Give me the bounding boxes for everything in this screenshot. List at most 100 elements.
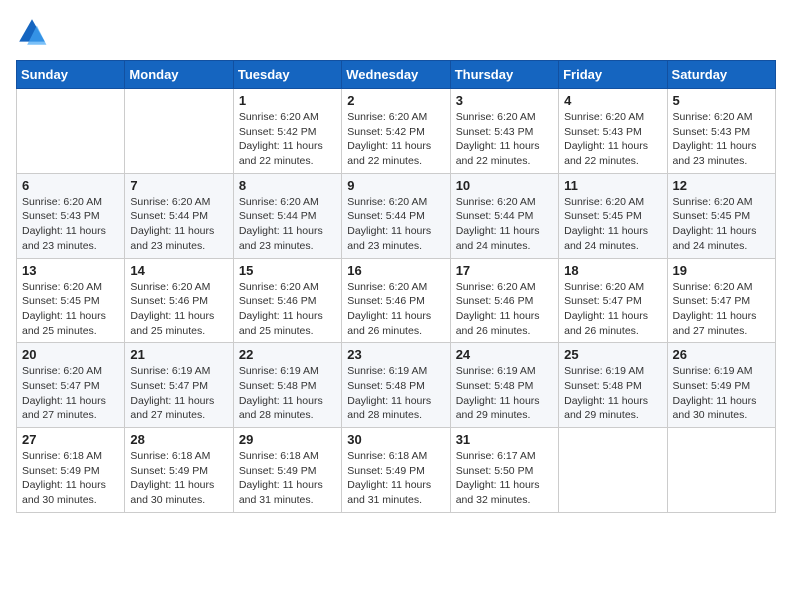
day-info: Sunrise: 6:19 AM Sunset: 5:48 PM Dayligh… — [564, 364, 661, 423]
calendar-week-row: 20 Sunrise: 6:20 AM Sunset: 5:47 PM Dayli… — [17, 343, 776, 428]
day-number: 31 — [456, 432, 553, 447]
calendar-cell: 9 Sunrise: 6:20 AM Sunset: 5:44 PM Daylig… — [342, 173, 450, 258]
calendar-cell: 21 Sunrise: 6:19 AM Sunset: 5:47 PM Dayli… — [125, 343, 233, 428]
day-info: Sunrise: 6:19 AM Sunset: 5:48 PM Dayligh… — [347, 364, 444, 423]
calendar-cell: 19 Sunrise: 6:20 AM Sunset: 5:47 PM Dayli… — [667, 258, 775, 343]
calendar-cell: 4 Sunrise: 6:20 AM Sunset: 5:43 PM Daylig… — [559, 89, 667, 174]
calendar-week-row: 1 Sunrise: 6:20 AM Sunset: 5:42 PM Daylig… — [17, 89, 776, 174]
calendar-cell: 5 Sunrise: 6:20 AM Sunset: 5:43 PM Daylig… — [667, 89, 775, 174]
day-info: Sunrise: 6:20 AM Sunset: 5:43 PM Dayligh… — [456, 110, 553, 169]
calendar-body: 1 Sunrise: 6:20 AM Sunset: 5:42 PM Daylig… — [17, 89, 776, 513]
day-info: Sunrise: 6:20 AM Sunset: 5:47 PM Dayligh… — [673, 280, 770, 339]
calendar-cell: 15Sunrise: 6:20 AM Sunset: 5:46 PM Dayli… — [233, 258, 341, 343]
calendar-cell: 23 Sunrise: 6:19 AM Sunset: 5:48 PM Dayli… — [342, 343, 450, 428]
day-info: Sunrise: 6:20 AM Sunset: 5:43 PM Dayligh… — [564, 110, 661, 169]
calendar-cell: 1 Sunrise: 6:20 AM Sunset: 5:42 PM Daylig… — [233, 89, 341, 174]
day-info: Sunrise: 6:18 AM Sunset: 5:49 PM Dayligh… — [130, 449, 227, 508]
day-number: 12 — [673, 178, 770, 193]
day-number: 1 — [239, 93, 336, 108]
day-number: 19 — [673, 263, 770, 278]
day-info: Sunrise: 6:20 AM Sunset: 5:47 PM Dayligh… — [564, 280, 661, 339]
day-info: Sunrise: 6:19 AM Sunset: 5:49 PM Dayligh… — [673, 364, 770, 423]
day-info: Sunrise: 6:20 AM Sunset: 5:46 PM Dayligh… — [239, 280, 336, 339]
logo-icon — [16, 16, 48, 48]
day-info: Sunrise: 6:20 AM Sunset: 5:46 PM Dayligh… — [456, 280, 553, 339]
day-number: 24 — [456, 347, 553, 362]
calendar-cell: 7Sunrise: 6:20 AM Sunset: 5:44 PM Daylig… — [125, 173, 233, 258]
calendar-cell: 18Sunrise: 6:20 AM Sunset: 5:47 PM Dayli… — [559, 258, 667, 343]
day-number: 16 — [347, 263, 444, 278]
calendar-cell: 11Sunrise: 6:20 AM Sunset: 5:45 PM Dayli… — [559, 173, 667, 258]
day-info: Sunrise: 6:19 AM Sunset: 5:48 PM Dayligh… — [456, 364, 553, 423]
day-info: Sunrise: 6:20 AM Sunset: 5:43 PM Dayligh… — [22, 195, 119, 254]
day-info: Sunrise: 6:18 AM Sunset: 5:49 PM Dayligh… — [22, 449, 119, 508]
calendar-cell: 17 Sunrise: 6:20 AM Sunset: 5:46 PM Dayli… — [450, 258, 558, 343]
day-number: 25 — [564, 347, 661, 362]
calendar-cell — [17, 89, 125, 174]
calendar-cell: 26 Sunrise: 6:19 AM Sunset: 5:49 PM Dayli… — [667, 343, 775, 428]
day-info: Sunrise: 6:20 AM Sunset: 5:45 PM Dayligh… — [673, 195, 770, 254]
calendar-week-row: 13 Sunrise: 6:20 AM Sunset: 5:45 PM Dayli… — [17, 258, 776, 343]
day-number: 5 — [673, 93, 770, 108]
calendar-cell: 31 Sunrise: 6:17 AM Sunset: 5:50 PM Dayli… — [450, 428, 558, 513]
calendar-cell: 16 Sunrise: 6:20 AM Sunset: 5:46 PM Dayli… — [342, 258, 450, 343]
calendar-cell: 3Sunrise: 6:20 AM Sunset: 5:43 PM Daylig… — [450, 89, 558, 174]
logo — [16, 16, 54, 48]
calendar-cell: 25 Sunrise: 6:19 AM Sunset: 5:48 PM Dayli… — [559, 343, 667, 428]
calendar-table: SundayMondayTuesdayWednesdayThursdayFrid… — [16, 60, 776, 513]
day-info: Sunrise: 6:20 AM Sunset: 5:45 PM Dayligh… — [564, 195, 661, 254]
day-info: Sunrise: 6:20 AM Sunset: 5:44 PM Dayligh… — [130, 195, 227, 254]
calendar-cell: 14 Sunrise: 6:20 AM Sunset: 5:46 PM Dayli… — [125, 258, 233, 343]
calendar-cell: 6 Sunrise: 6:20 AM Sunset: 5:43 PM Daylig… — [17, 173, 125, 258]
day-number: 6 — [22, 178, 119, 193]
day-info: Sunrise: 6:20 AM Sunset: 5:44 PM Dayligh… — [347, 195, 444, 254]
calendar-cell — [125, 89, 233, 174]
calendar-week-row: 6 Sunrise: 6:20 AM Sunset: 5:43 PM Daylig… — [17, 173, 776, 258]
weekday-header-cell: Thursday — [450, 61, 558, 89]
calendar-cell — [667, 428, 775, 513]
day-info: Sunrise: 6:20 AM Sunset: 5:42 PM Dayligh… — [239, 110, 336, 169]
weekday-header-cell: Saturday — [667, 61, 775, 89]
calendar-cell: 24 Sunrise: 6:19 AM Sunset: 5:48 PM Dayli… — [450, 343, 558, 428]
day-number: 9 — [347, 178, 444, 193]
day-info: Sunrise: 6:18 AM Sunset: 5:49 PM Dayligh… — [347, 449, 444, 508]
weekday-header-cell: Sunday — [17, 61, 125, 89]
calendar-cell: 22Sunrise: 6:19 AM Sunset: 5:48 PM Dayli… — [233, 343, 341, 428]
calendar-cell: 28 Sunrise: 6:18 AM Sunset: 5:49 PM Dayli… — [125, 428, 233, 513]
day-info: Sunrise: 6:20 AM Sunset: 5:47 PM Dayligh… — [22, 364, 119, 423]
day-info: Sunrise: 6:20 AM Sunset: 5:43 PM Dayligh… — [673, 110, 770, 169]
calendar-cell: 12 Sunrise: 6:20 AM Sunset: 5:45 PM Dayli… — [667, 173, 775, 258]
calendar-cell — [559, 428, 667, 513]
calendar-cell: 30 Sunrise: 6:18 AM Sunset: 5:49 PM Dayli… — [342, 428, 450, 513]
day-number: 4 — [564, 93, 661, 108]
day-number: 30 — [347, 432, 444, 447]
day-info: Sunrise: 6:20 AM Sunset: 5:44 PM Dayligh… — [456, 195, 553, 254]
page-header — [16, 16, 776, 48]
day-info: Sunrise: 6:20 AM Sunset: 5:46 PM Dayligh… — [347, 280, 444, 339]
day-info: Sunrise: 6:20 AM Sunset: 5:42 PM Dayligh… — [347, 110, 444, 169]
day-info: Sunrise: 6:20 AM Sunset: 5:45 PM Dayligh… — [22, 280, 119, 339]
day-number: 23 — [347, 347, 444, 362]
day-info: Sunrise: 6:19 AM Sunset: 5:47 PM Dayligh… — [130, 364, 227, 423]
day-number: 20 — [22, 347, 119, 362]
day-number: 2 — [347, 93, 444, 108]
calendar-week-row: 27 Sunrise: 6:18 AM Sunset: 5:49 PM Dayli… — [17, 428, 776, 513]
day-number: 26 — [673, 347, 770, 362]
day-info: Sunrise: 6:20 AM Sunset: 5:46 PM Dayligh… — [130, 280, 227, 339]
day-number: 28 — [130, 432, 227, 447]
calendar-cell: 10 Sunrise: 6:20 AM Sunset: 5:44 PM Dayli… — [450, 173, 558, 258]
day-info: Sunrise: 6:20 AM Sunset: 5:44 PM Dayligh… — [239, 195, 336, 254]
day-info: Sunrise: 6:17 AM Sunset: 5:50 PM Dayligh… — [456, 449, 553, 508]
day-number: 17 — [456, 263, 553, 278]
calendar-cell: 29Sunrise: 6:18 AM Sunset: 5:49 PM Dayli… — [233, 428, 341, 513]
weekday-header-cell: Monday — [125, 61, 233, 89]
day-number: 13 — [22, 263, 119, 278]
day-number: 27 — [22, 432, 119, 447]
day-number: 14 — [130, 263, 227, 278]
day-number: 29 — [239, 432, 336, 447]
weekday-header-row: SundayMondayTuesdayWednesdayThursdayFrid… — [17, 61, 776, 89]
day-number: 10 — [456, 178, 553, 193]
weekday-header-cell: Friday — [559, 61, 667, 89]
day-number: 8 — [239, 178, 336, 193]
day-number: 21 — [130, 347, 227, 362]
